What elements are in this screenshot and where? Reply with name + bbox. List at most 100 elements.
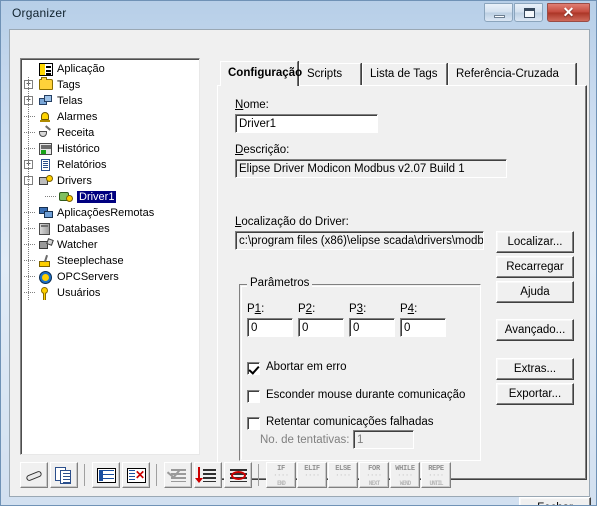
toolbar-separator-2	[156, 464, 157, 486]
toolbar-separator-1	[84, 464, 85, 486]
tree-item-drivers[interactable]: -Drivers	[21, 173, 199, 189]
description-input[interactable]: Elipse Driver Modicon Modbus v2.07 Build…	[235, 159, 507, 178]
keyword-button-repe[interactable]: REPE ···· UNTIL	[421, 462, 451, 488]
edit-pencil-button[interactable]	[20, 462, 48, 488]
insert-row-button[interactable]	[92, 462, 120, 488]
keyword-button-while[interactable]: WHILE ···· WEND	[390, 462, 420, 488]
checkbox-label: Retentar comunicações falhadas	[266, 416, 434, 428]
history-icon-glyph	[39, 143, 52, 155]
keyword-dots: ····	[335, 472, 351, 480]
tree-item-driver1[interactable]: Driver1	[21, 189, 199, 205]
param-input-p1[interactable]: 0	[247, 318, 293, 337]
locate-button[interactable]: Localizar...	[496, 231, 574, 253]
tree-connector-vertical	[28, 269, 29, 285]
close-button[interactable]: Fechar	[519, 497, 591, 505]
minimize-button[interactable]	[484, 3, 513, 22]
tree-item-watcher[interactable]: Watcher	[21, 237, 199, 253]
edit-pencil-icon	[21, 463, 47, 487]
checkbox-box[interactable]	[247, 390, 260, 403]
script-toolbar[interactable]: IF····ENDELIF····ELSE····FOR····NEXTWHIL…	[20, 462, 451, 492]
tab-lista-de-tags[interactable]: Lista de Tags	[362, 63, 447, 85]
tree-item-opcservers[interactable]: OPCServers	[21, 269, 199, 285]
users-key-icon	[39, 287, 53, 300]
tree-item-hist-rico[interactable]: Histórico	[21, 141, 199, 157]
tree-item-relat-rios[interactable]: +Relatórios	[21, 157, 199, 173]
tree-item-label: Histórico	[57, 143, 100, 155]
sort-down-icon	[195, 463, 221, 487]
tree-item-aplica-esremotas[interactable]: AplicaçõesRemotas	[21, 205, 199, 221]
selected-tree-label: Driver1	[75, 190, 118, 204]
configuration-tab-page: Nome: Driver1 Descrição: Elipse Driver M…	[217, 85, 587, 480]
tree-connector-vertical	[28, 93, 29, 109]
reload-button[interactable]: Recarregar	[496, 256, 574, 278]
location-input[interactable]: c:\program files (x86)\elipse scada\driv…	[235, 231, 484, 250]
keyword-dots: ····	[273, 472, 289, 480]
screens-icon	[39, 95, 53, 108]
tree-item-aplica-o[interactable]: Aplicação	[21, 61, 199, 77]
tree-connector-vertical	[28, 221, 29, 237]
param-input-p4[interactable]: 0	[400, 318, 446, 337]
tree-item-telas[interactable]: +Telas	[21, 93, 199, 109]
keyword-button-elif[interactable]: ELIF ····	[297, 462, 327, 488]
param-label-p1: P1:	[247, 303, 265, 315]
param-input-p2[interactable]: 0	[298, 318, 344, 337]
toolbar-separator-3	[258, 464, 259, 486]
keyword-button-if[interactable]: IF ···· END	[266, 462, 296, 488]
checkbox-box[interactable]	[247, 362, 260, 375]
keyword-button-else[interactable]: ELSE ····	[328, 462, 358, 488]
sort-down-button[interactable]	[194, 462, 222, 488]
tree-connector-vertical	[28, 109, 29, 125]
delete-row-icon	[123, 463, 149, 487]
help-button[interactable]: Ajuda	[496, 281, 574, 303]
param-label-p2: P2:	[298, 303, 316, 315]
tree-item-label: Receita	[57, 127, 95, 139]
tree-connector	[24, 116, 36, 117]
description-label: Descrição:	[235, 144, 290, 156]
report-icon-glyph	[39, 159, 51, 172]
retries-input: 1	[353, 430, 414, 449]
tree-item-receita[interactable]: Receita	[21, 125, 199, 141]
tree-connector	[24, 132, 36, 133]
bell-icon	[39, 111, 53, 124]
tree-connector-vertical	[28, 173, 29, 189]
export-button[interactable]: Exportar...	[496, 383, 574, 405]
param-input-p3[interactable]: 0	[349, 318, 395, 337]
check-syntax-button[interactable]	[164, 462, 192, 488]
close-window-button[interactable]: ✕	[547, 3, 590, 22]
tree-item-steeplechase[interactable]: Steeplechase	[21, 253, 199, 269]
tab-configura-o[interactable]: Configuração	[220, 61, 302, 86]
tree-item-alarmes[interactable]: Alarmes	[21, 109, 199, 125]
extras-button[interactable]: Extras...	[496, 358, 574, 380]
bell-icon-glyph	[39, 111, 51, 123]
maximize-button[interactable]	[514, 3, 543, 22]
param-label-p3: P3:	[349, 303, 367, 315]
delete-row-button[interactable]	[122, 462, 150, 488]
location-label: Localização do Driver:	[235, 216, 349, 228]
advanced-button[interactable]: Avançado...	[496, 319, 574, 341]
tree-item-label: Aplicação	[57, 63, 105, 75]
copy-button[interactable]	[50, 462, 78, 488]
tree-connector	[24, 148, 36, 149]
checkbox-box[interactable]	[247, 417, 260, 430]
drivers-icon	[39, 175, 53, 188]
keyword-button-for[interactable]: FOR ···· NEXT	[359, 462, 389, 488]
tree-connector-vertical	[28, 237, 29, 253]
tree-item-usu-rios[interactable]: Usuários	[21, 285, 199, 301]
tab-refer-ncia-cruzada[interactable]: Referência-Cruzada	[448, 63, 576, 85]
tree-connector-vertical	[28, 157, 29, 173]
tree-item-tags[interactable]: +Tags	[21, 77, 199, 93]
steeplechase-icon-glyph	[39, 255, 52, 268]
tab-scripts[interactable]: Scripts	[299, 63, 361, 85]
object-tree[interactable]: Aplicação +Tags+Telas Alarmes Receita Histór…	[20, 58, 200, 455]
refresh-loop-button[interactable]	[224, 462, 252, 488]
name-input[interactable]: Driver1	[235, 114, 378, 133]
tab-strip[interactable]: Configuração Scripts Lista de Tags Referênc…	[220, 61, 580, 86]
dialog-client-area: Aplicação +Tags+Telas Alarmes Receita Histór…	[9, 29, 591, 505]
history-icon	[39, 143, 53, 156]
checkbox-label: Esconder mouse durante comunicação	[266, 389, 466, 401]
tree-item-label: Drivers	[57, 175, 92, 187]
tree-connector-vertical	[28, 125, 29, 141]
title-bar[interactable]: Organizer ✕	[1, 1, 596, 28]
tree-item-databases[interactable]: Databases	[21, 221, 199, 237]
folder-icon-glyph	[39, 77, 53, 90]
